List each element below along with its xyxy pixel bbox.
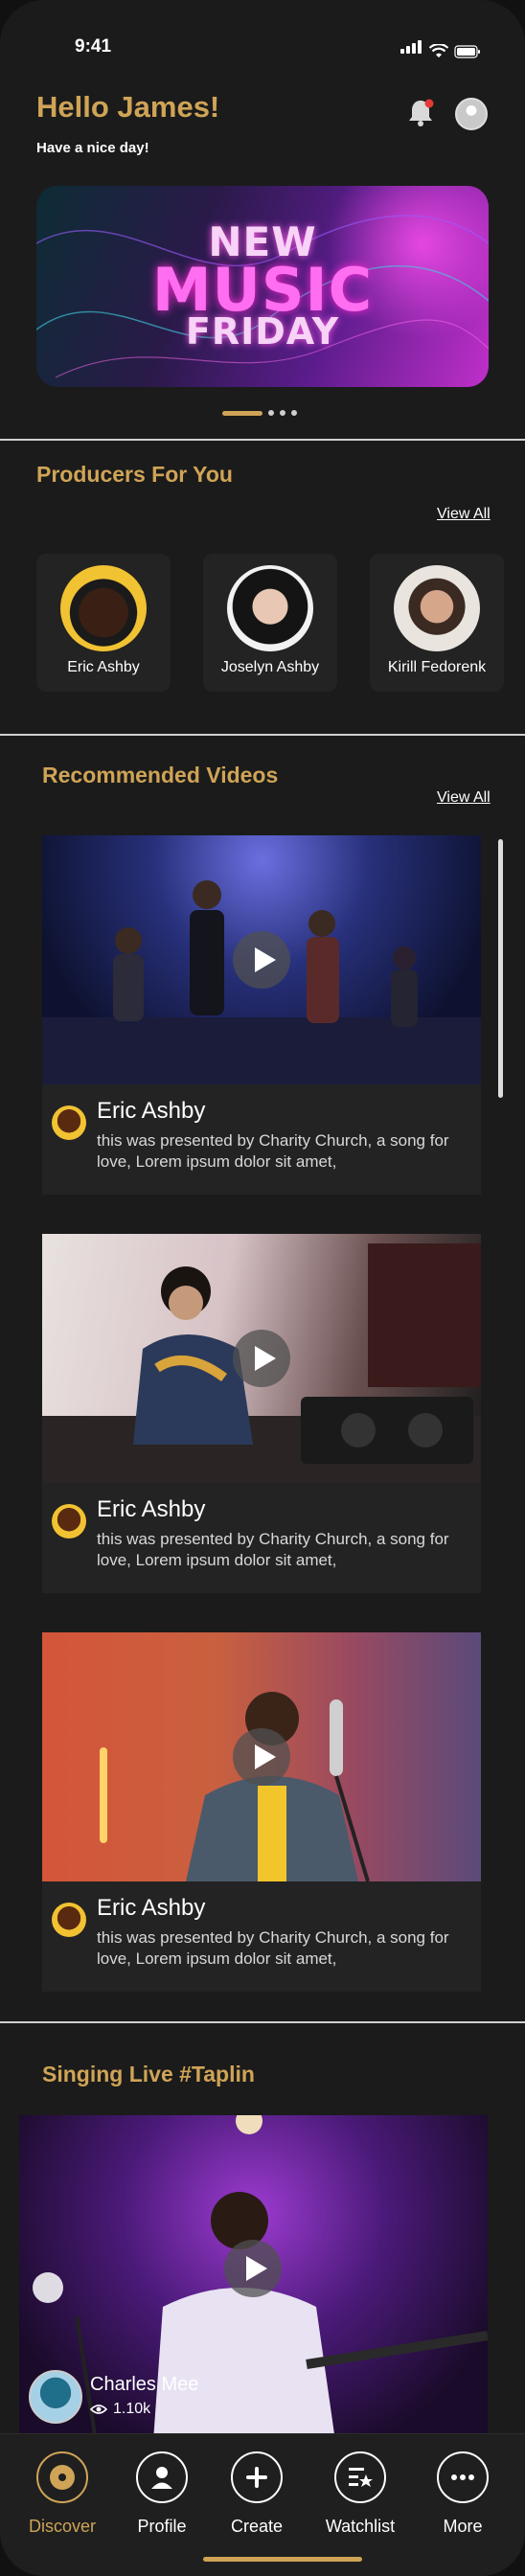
producer-name: Joselyn Ashby [220, 659, 320, 675]
creator-avatar[interactable] [52, 1106, 86, 1140]
creator-name[interactable]: Eric Ashby [97, 1895, 205, 1922]
new-music-friday-banner[interactable]: NEW MUSIC FRIDAY [36, 186, 489, 387]
signal-icon [400, 40, 423, 58]
performer-avatar[interactable] [29, 2370, 82, 2424]
status-icons [400, 40, 481, 58]
watchlist-icon[interactable] [334, 2451, 386, 2503]
nav-watchlist[interactable]: Watchlist [312, 2451, 408, 2537]
nav-label: More [443, 2517, 483, 2536]
producers-section-title: Producers For You [36, 462, 233, 487]
notification-bell-icon[interactable] [406, 98, 435, 128]
carousel-dot-active[interactable] [222, 410, 262, 416]
battery-icon [454, 45, 480, 58]
producers-view-all-link[interactable]: View All [437, 506, 491, 523]
view-count-text: 1.10k [113, 2401, 151, 2417]
producer-name: Kirill Fedorenk [387, 659, 487, 675]
disc-icon[interactable] [36, 2451, 88, 2503]
nav-label: Watchlist [325, 2517, 396, 2536]
video-description: this was presented by Charity Church, a … [97, 1131, 449, 1171]
nav-discover[interactable]: Discover [14, 2451, 110, 2537]
user-avatar[interactable] [455, 98, 488, 130]
video-thumbnail[interactable] [42, 1632, 481, 1881]
home-indicator [203, 2557, 362, 2562]
video-description: this was presented by Charity Church, a … [97, 1530, 449, 1569]
app-screen: 9:41 Hello James! Have a nice day! NEW M… [0, 0, 525, 2576]
performer-name[interactable]: Charles Mee [90, 2374, 198, 2396]
eye-icon [90, 2405, 107, 2414]
video-description: this was presented by Charity Church, a … [97, 1928, 449, 1968]
producer-avatar [60, 565, 147, 651]
producer-avatar [394, 565, 480, 651]
producer-card[interactable]: Joselyn Ashby [203, 554, 337, 692]
nav-profile[interactable]: Profile [114, 2451, 210, 2537]
section-divider [0, 2021, 525, 2023]
play-icon[interactable] [233, 1728, 290, 1786]
wifi-icon [429, 44, 448, 57]
play-icon[interactable] [224, 2240, 282, 2297]
videos-scrollbar[interactable] [498, 839, 503, 1098]
live-section-title: Singing Live #Taplin [42, 2062, 255, 2086]
banner-line-3: FRIDAY [185, 310, 340, 353]
play-icon[interactable] [233, 931, 290, 989]
producer-card[interactable]: Kirill Fedorenk [370, 554, 504, 692]
producer-avatar [227, 565, 313, 651]
plus-icon[interactable] [231, 2451, 283, 2503]
producer-card[interactable]: Eric Ashby [36, 554, 171, 692]
nav-label: Profile [137, 2517, 187, 2536]
view-count: 1.10k [90, 2401, 150, 2418]
videos-view-all-link[interactable]: View All [437, 789, 491, 807]
section-divider [0, 734, 525, 736]
creator-avatar[interactable] [52, 1903, 86, 1937]
more-icon[interactable] [437, 2451, 489, 2503]
carousel-dot[interactable] [280, 410, 285, 416]
person-icon[interactable] [136, 2451, 188, 2503]
greeting-subtitle: Have a nice day! [36, 140, 149, 156]
video-thumbnail[interactable] [42, 835, 481, 1084]
video-card[interactable]: Eric Ashby this was presented by Charity… [42, 1234, 481, 1593]
nav-label: Discover [28, 2517, 96, 2536]
creator-name[interactable]: Eric Ashby [97, 1098, 205, 1125]
carousel-dot[interactable] [291, 410, 297, 416]
bottom-navigation: Discover Profile Create Watchlist More [0, 2433, 525, 2576]
videos-section-title: Recommended Videos [42, 763, 279, 787]
carousel-dot[interactable] [268, 410, 274, 416]
section-divider [0, 439, 525, 441]
play-icon[interactable] [233, 1330, 290, 1387]
video-thumbnail[interactable] [42, 1234, 481, 1483]
creator-name[interactable]: Eric Ashby [97, 1496, 205, 1523]
video-card[interactable]: Eric Ashby this was presented by Charity… [42, 835, 481, 1195]
nav-label: Create [230, 2517, 284, 2536]
status-time: 9:41 [75, 36, 112, 57]
producer-name: Eric Ashby [67, 659, 140, 675]
greeting-title: Hello James! [36, 90, 220, 124]
nav-more[interactable]: More [415, 2451, 511, 2537]
nav-create[interactable]: Create [209, 2451, 305, 2537]
video-card[interactable]: Eric Ashby this was presented by Charity… [42, 1632, 481, 1992]
carousel-indicator[interactable] [222, 410, 297, 416]
creator-avatar[interactable] [52, 1504, 86, 1539]
